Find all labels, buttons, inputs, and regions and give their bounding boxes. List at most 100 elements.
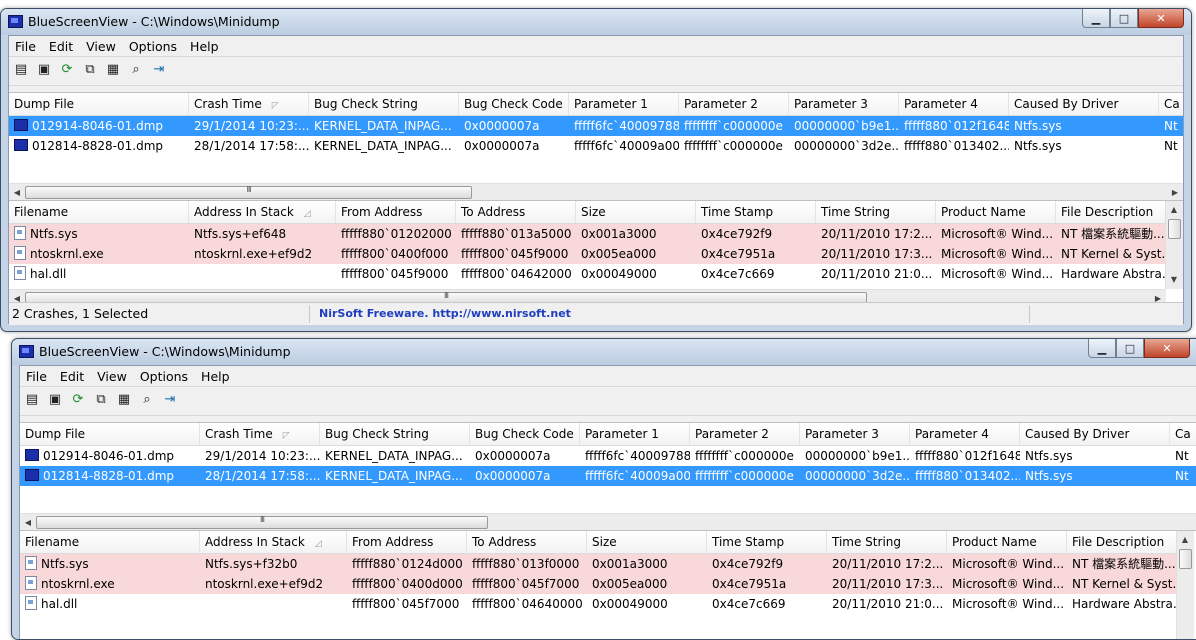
maximize-button[interactable]: □: [1116, 339, 1144, 358]
col-bug-check-code[interactable]: Bug Check Code: [459, 93, 569, 115]
save-icon[interactable]: ▣: [47, 392, 63, 408]
properties-icon[interactable]: ▤: [24, 392, 40, 408]
col-size[interactable]: Size: [576, 201, 696, 223]
driver-row[interactable]: hal.dll fffff800`045f9000 fffff800`04642…: [9, 264, 1166, 284]
col-parameter-1[interactable]: Parameter 1: [569, 93, 679, 115]
col-bug-check-string[interactable]: Bug Check String: [309, 93, 459, 115]
col-time-stamp[interactable]: Time Stamp: [707, 531, 827, 553]
col-parameter-3[interactable]: Parameter 3: [800, 423, 910, 445]
nirsoft-link[interactable]: NirSoft Freeware. http://www.nirsoft.net: [319, 307, 571, 320]
menu-file[interactable]: File: [12, 36, 43, 56]
scroll-left-icon[interactable]: ◀: [9, 184, 25, 201]
col-from-address[interactable]: From Address: [336, 201, 456, 223]
col-dump-file[interactable]: Dump File: [20, 423, 200, 445]
menu-view[interactable]: View: [94, 366, 134, 386]
menu-options[interactable]: Options: [137, 366, 195, 386]
title-bar[interactable]: BlueScreenView - C:\Windows\Minidump ▁ □…: [12, 339, 1196, 365]
cell-from-address: fffff880`01202000: [341, 227, 452, 241]
driver-row[interactable]: ntoskrnl.exe ntoskrnl.exe+ef9d2 fffff800…: [9, 244, 1166, 264]
menu-help[interactable]: Help: [198, 366, 237, 386]
menu-edit[interactable]: Edit: [46, 36, 80, 56]
menu-file[interactable]: File: [23, 366, 54, 386]
copy-icon[interactable]: ⧉: [93, 392, 109, 408]
scroll-thumb[interactable]: [1168, 219, 1181, 239]
col-product-name[interactable]: Product Name: [936, 201, 1056, 223]
col-caused-by-address[interactable]: Ca: [1159, 93, 1183, 115]
menu-help[interactable]: Help: [187, 36, 226, 56]
col-time-stamp[interactable]: Time Stamp: [696, 201, 816, 223]
minimize-button[interactable]: ▁: [1082, 9, 1110, 28]
cell-bug-check-code: 0x0000007a: [475, 469, 551, 483]
find-icon[interactable]: ⌕: [128, 62, 144, 78]
dump-row[interactable]: 012914-8046-01.dmp 29/1/2014 10:23:... K…: [20, 446, 1196, 466]
close-button[interactable]: ✕: [1138, 9, 1184, 28]
dump-row[interactable]: 012814-8828-01.dmp 28/1/2014 17:58:... K…: [9, 136, 1183, 156]
driver-list-vscrollbar[interactable]: ▲: [1176, 531, 1194, 639]
dump-row[interactable]: 012914-8046-01.dmp 29/1/2014 10:23:... K…: [9, 116, 1183, 136]
col-parameter-1[interactable]: Parameter 1: [580, 423, 690, 445]
col-parameter-4[interactable]: Parameter 4: [899, 93, 1009, 115]
properties-icon[interactable]: ▤: [13, 62, 29, 78]
file-icon: [25, 596, 37, 610]
col-bug-check-string[interactable]: Bug Check String: [320, 423, 470, 445]
save-icon[interactable]: ▣: [36, 62, 52, 78]
driver-list-vscrollbar[interactable]: ▲ ▼: [1165, 201, 1183, 289]
scroll-thumb[interactable]: III: [36, 515, 488, 529]
col-crash-time[interactable]: Crash Time ◸: [189, 93, 309, 115]
dump-list-hscrollbar[interactable]: ◀ III ▶: [9, 183, 1183, 201]
menu-edit[interactable]: Edit: [57, 366, 91, 386]
scroll-thumb[interactable]: III: [25, 185, 472, 199]
scroll-thumb[interactable]: [1179, 549, 1192, 569]
col-time-string[interactable]: Time String: [827, 531, 947, 553]
col-from-address[interactable]: From Address: [347, 531, 467, 553]
col-bug-check-code[interactable]: Bug Check Code: [470, 423, 580, 445]
maximize-button[interactable]: □: [1110, 9, 1138, 28]
col-address-in-stack[interactable]: Address In Stack ◿: [189, 201, 336, 223]
col-crash-time[interactable]: Crash Time ◸: [200, 423, 320, 445]
driver-row[interactable]: Ntfs.sys Ntfs.sys+f32b0 fffff880`0124d00…: [20, 554, 1177, 574]
col-file-description[interactable]: File Description: [1056, 201, 1166, 223]
col-file-description[interactable]: File Description: [1067, 531, 1177, 553]
copy-icon[interactable]: ⧉: [82, 62, 98, 78]
col-caused-by-address[interactable]: Ca: [1170, 423, 1196, 445]
col-parameter-3[interactable]: Parameter 3: [789, 93, 899, 115]
col-address-in-stack[interactable]: Address In Stack ◿: [200, 531, 347, 553]
col-to-address[interactable]: To Address: [456, 201, 576, 223]
find-icon[interactable]: ⌕: [139, 392, 155, 408]
col-time-string[interactable]: Time String: [816, 201, 936, 223]
html-report-icon[interactable]: ▦: [116, 392, 132, 408]
scroll-left-icon[interactable]: ◀: [20, 514, 36, 531]
cell-bug-check-string: KERNEL_DATA_INPAG...: [314, 119, 452, 133]
scroll-down-icon[interactable]: ▼: [1166, 271, 1182, 288]
driver-row[interactable]: ntoskrnl.exe ntoskrnl.exe+ef9d2 fffff800…: [20, 574, 1177, 594]
minimize-button[interactable]: ▁: [1088, 339, 1116, 358]
col-product-name[interactable]: Product Name: [947, 531, 1067, 553]
scroll-right-icon[interactable]: ▶: [1167, 184, 1183, 201]
col-parameter-2[interactable]: Parameter 2: [690, 423, 800, 445]
scroll-up-icon[interactable]: ▲: [1166, 201, 1182, 218]
col-filename[interactable]: Filename: [9, 201, 189, 223]
col-dump-file[interactable]: Dump File: [9, 93, 189, 115]
col-size[interactable]: Size: [587, 531, 707, 553]
dump-list-hscrollbar[interactable]: ◀ III: [20, 513, 1196, 531]
menu-options[interactable]: Options: [126, 36, 184, 56]
driver-row[interactable]: Ntfs.sys Ntfs.sys+ef648 fffff880`0120200…: [9, 224, 1166, 244]
col-parameter-4[interactable]: Parameter 4: [910, 423, 1020, 445]
html-report-icon[interactable]: ▦: [105, 62, 121, 78]
cell-product-name: Microsoft® Wind...: [941, 247, 1054, 261]
scroll-up-icon[interactable]: ▲: [1177, 531, 1193, 548]
refresh-icon[interactable]: ⟳: [59, 62, 75, 78]
col-filename[interactable]: Filename: [20, 531, 200, 553]
refresh-icon[interactable]: ⟳: [70, 392, 86, 408]
col-caused-by-driver[interactable]: Caused By Driver: [1020, 423, 1170, 445]
menu-view[interactable]: View: [83, 36, 123, 56]
col-to-address[interactable]: To Address: [467, 531, 587, 553]
col-caused-by-driver[interactable]: Caused By Driver: [1009, 93, 1159, 115]
col-parameter-2[interactable]: Parameter 2: [679, 93, 789, 115]
exit-icon[interactable]: ⇥: [162, 392, 178, 408]
exit-icon[interactable]: ⇥: [151, 62, 167, 78]
title-bar[interactable]: BlueScreenView - C:\Windows\Minidump ▁ □…: [1, 9, 1191, 35]
dump-row[interactable]: 012814-8828-01.dmp 28/1/2014 17:58:... K…: [20, 466, 1196, 486]
driver-row[interactable]: hal.dll fffff800`045f7000 fffff800`04640…: [20, 594, 1177, 614]
close-button[interactable]: ✕: [1144, 339, 1190, 358]
